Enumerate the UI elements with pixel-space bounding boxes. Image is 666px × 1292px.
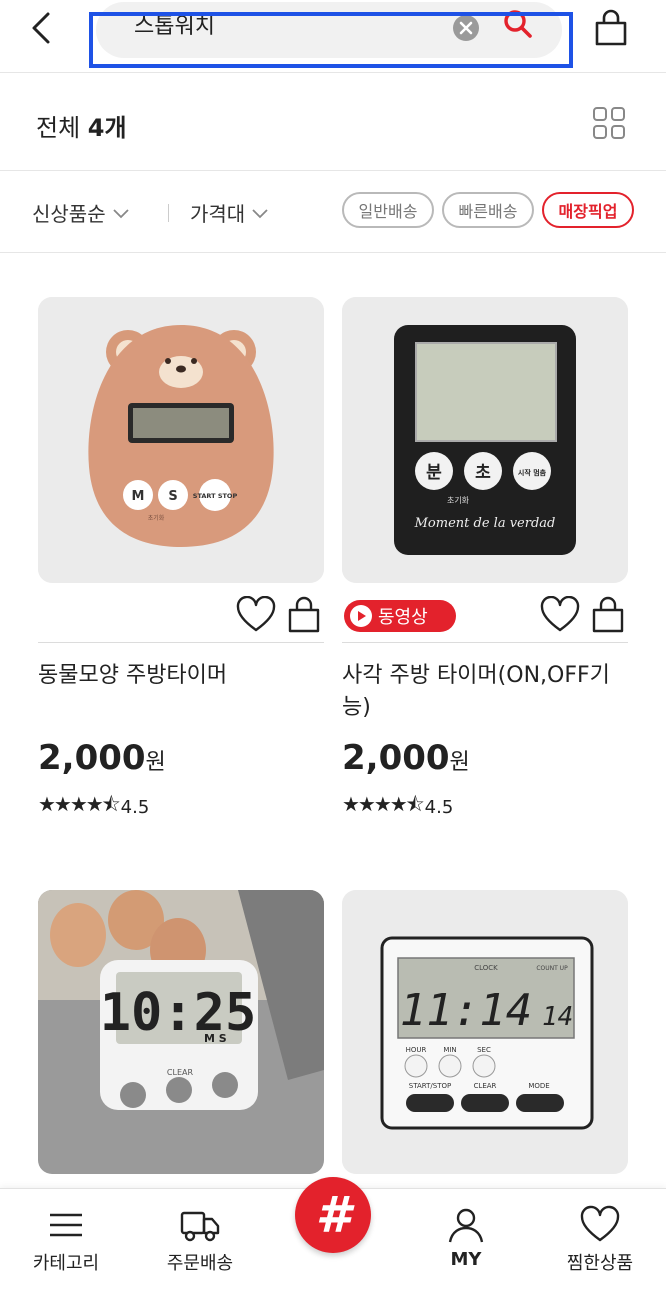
clock-countup: COUNT UP [536,965,568,972]
product-2-rating: ★★★★⯪ 4.5 [342,790,453,824]
heart-icon[interactable] [540,596,580,634]
video-badge[interactable]: 동영상 [344,600,456,632]
rating-value: 4.5 [120,796,150,818]
square-script-text: Moment de la verdad [414,516,556,531]
clock-timer-illustration: CLOCK COUNT UP 11:14 14 HOUR MIN SEC STA… [342,890,628,1174]
star-rating-icon: ★★★★⯪ [342,792,425,816]
clock-btn-min: MIN [443,1046,456,1054]
clock-btn-hour: HOUR [406,1046,427,1054]
clock-title: CLOCK [474,964,498,972]
result-count: 전체 4개 [36,114,127,142]
nav-category-label: 카테고리 [32,1253,100,1274]
grid-view-icon[interactable] [592,106,626,140]
square-timer-illustration: 분 초 시작 멈춤 초기화 Moment de la verdad [342,297,628,583]
chevron-down-icon [252,208,268,218]
nav-hashtag-button[interactable]: # [295,1177,371,1253]
price-label: 가격대 [190,202,246,226]
product-1-divider [38,642,324,643]
shopping-bag-icon[interactable] [592,8,630,48]
product-2-name[interactable]: 사각 주방 타이머(ON,OFF기능) [342,660,628,724]
product-1-actions [236,596,326,636]
bear-reset-label: 초기화 [148,514,165,522]
nav-wishlist[interactable]: 찜한상품 [540,1205,660,1275]
square-btn-sec: 초 [475,463,491,483]
search-focus-outline [89,12,573,68]
nav-my[interactable]: MY [406,1205,526,1270]
top-header: 스톱워치 [0,0,666,73]
bear-timer-illustration: M S START STOP 초기화 [38,297,324,583]
bear-btn-start: START STOP [193,492,238,500]
white-timer-illustration: 10:25 M S CLEAR [38,890,324,1174]
sort-dropdown[interactable]: 신상품순 [32,198,130,227]
square-reset-label: 초기화 [447,496,470,505]
back-arrow-icon[interactable] [24,8,60,48]
nav-orders-label: 주문배송 [166,1253,234,1274]
delivery-truck-icon [180,1211,220,1242]
product-image-bear-timer[interactable]: M S START STOP 초기화 [38,297,324,583]
filter-normal-delivery[interactable]: 일반배송 [342,192,434,228]
product-2-divider [342,642,628,643]
filter-store-pickup[interactable]: 매장픽업 [542,192,634,228]
nav-category[interactable]: 카테고리 [6,1205,126,1275]
filter-row: 신상품순 가격대 일반배송 빠른배송 매장픽업 [0,170,666,253]
square-btn-start: 시작 멈춤 [518,468,547,477]
filter-fast-delivery[interactable]: 빠른배송 [442,192,534,228]
play-icon [350,605,372,627]
person-icon [448,1208,484,1243]
clock-btn-clear: CLEAR [474,1082,497,1090]
square-btn-min: 분 [426,463,442,483]
clock-btn-startstop: START/STOP [409,1082,451,1090]
bear-btn-m: M [132,489,145,504]
star-rating-icon: ★★★★⯪ [38,792,121,816]
video-label: 동영상 [378,607,428,628]
nav-orders[interactable]: 주문배송 [140,1205,260,1275]
product-1-name[interactable]: 동물모양 주방타이머 [38,660,324,692]
chevron-down-icon [112,208,129,218]
bear-btn-s: S [168,489,177,504]
shopping-bag-icon[interactable] [590,596,626,634]
filter-divider [168,204,169,222]
product-2-price: 2,000원 [342,738,470,778]
sort-label: 신상품순 [32,202,106,226]
clock-btn-sec: SEC [477,1046,491,1054]
product-image-white-timer[interactable]: 10:25 M S CLEAR [38,890,324,1174]
timer-display-units: M S [204,1032,227,1045]
clock-display-seconds: 14 [542,1002,573,1032]
clock-btn-mode: MODE [528,1082,549,1090]
nav-my-label: MY [450,1249,482,1270]
product-1-price: 2,000원 [38,738,166,778]
rating-value: 4.5 [424,796,454,818]
product-1-rating: ★★★★⯪ 4.5 [38,790,149,824]
shopping-bag-icon[interactable] [286,596,322,634]
heart-icon [580,1205,620,1242]
product-image-clock-timer[interactable]: CLOCK COUNT UP 11:14 14 HOUR MIN SEC STA… [342,890,628,1174]
price-dropdown[interactable]: 가격대 [190,198,269,227]
bottom-navigation: 카테고리 주문배송 # MY 찜한상품 [0,1177,666,1292]
heart-icon[interactable] [236,596,276,634]
clock-display-digits: 11:14 [400,985,532,1036]
result-count-row: 전체 4개 [0,72,666,171]
timer-display-digits: 10:25 [100,983,257,1043]
nav-wishlist-label: 찜한상품 [566,1253,634,1274]
menu-icon [50,1213,82,1237]
product-image-square-timer[interactable]: 분 초 시작 멈춤 초기화 Moment de la verdad [342,297,628,583]
product-2-actions [540,596,630,636]
timer-clear-label: CLEAR [167,1068,194,1077]
